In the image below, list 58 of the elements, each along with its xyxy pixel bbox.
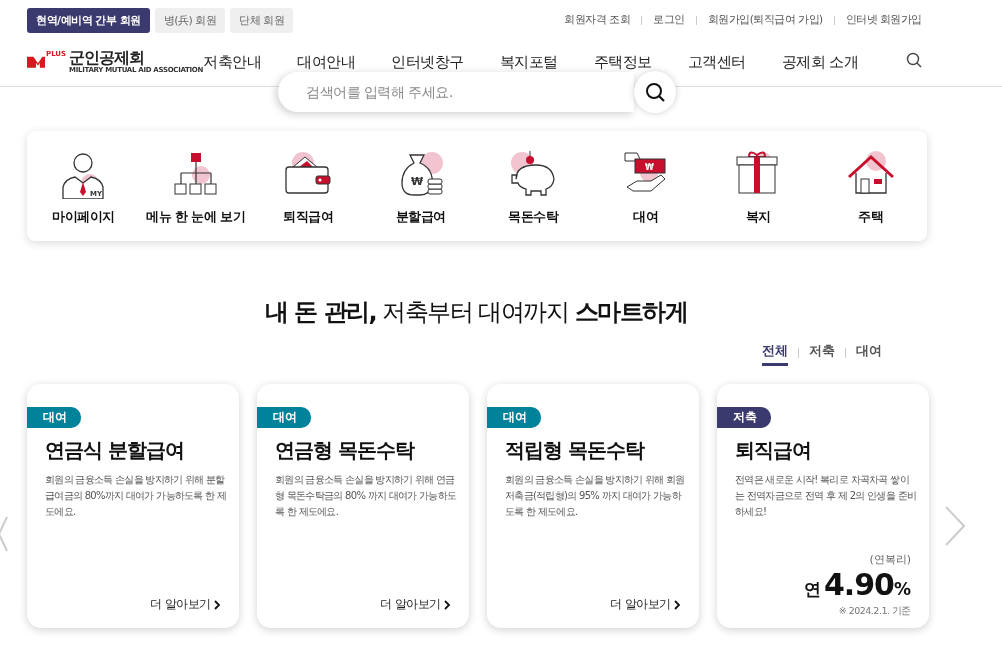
card-title: 연금형 목돈수탁 <box>275 437 416 464</box>
chevron-right-icon <box>444 599 451 610</box>
quick-menu-link[interactable]: 마이페이지 <box>52 209 115 226</box>
product-card[interactable]: 대여 연금형 목돈수탁 회원의 금융소득 손실을 방지하기 위해 연금형 목돈수탁금의 80% 까지 대여가 가능하도록 한 제도에요. 더 알아보기 <box>257 384 469 628</box>
card-title: 연금식 분할급여 <box>45 437 185 464</box>
category-tag: 대여 <box>487 407 541 428</box>
filter-tab[interactable]: 전체 <box>762 342 788 366</box>
card-title: 퇴직급여 <box>735 437 812 464</box>
nav-item[interactable]: 고객센터 <box>687 52 746 72</box>
filter-tab[interactable]: 대여 <box>856 342 882 366</box>
nav-item[interactable]: 인터넷창구 <box>391 52 464 72</box>
product-card[interactable]: 대여 적립형 목돈수탁 회원의 금융소득 손실을 방지하기 위해 회원 저축금(적립형)의 95% 까지 대여가 가능하도록 한 제도에요. 더 알아보기 <box>487 384 699 628</box>
nav-item[interactable]: 복지포털 <box>499 52 558 72</box>
logo-text[interactable]: 군인공제회 <box>69 50 203 66</box>
util-link[interactable]: 회원가입(퇴직급여 가입) <box>707 13 823 27</box>
product-card[interactable]: 대여 연금식 분할급여 회원의 금융소득 손실을 방지하기 위해 분할급여금의 80%까지 대여가 가능하도록 한 제도에요. 더 알아보기 <box>27 384 239 628</box>
chevron-right-icon <box>214 599 221 610</box>
category-tag: 대여 <box>257 407 311 428</box>
category-tag: 저축 <box>717 407 771 428</box>
nav-item[interactable]: 대여안내 <box>297 52 355 72</box>
rate-unit: % <box>893 579 911 599</box>
rate-value: 4.90 <box>823 567 894 602</box>
quick-menu-link[interactable]: 퇴직급여 <box>283 209 334 226</box>
util-link[interactable]: 인터넷 회원가입 <box>845 13 922 27</box>
card-description: 회원의 금융소득 손실을 방지하기 위해 분할급여금의 80%까지 대여가 가능하도록 한 제도에요. <box>45 473 227 519</box>
learn-more-link[interactable]: 더 알아보기 <box>150 597 221 612</box>
learn-more-link[interactable]: 더 알아보기 <box>610 597 681 612</box>
card-title: 적립형 목돈수탁 <box>505 437 646 464</box>
filter-tab[interactable]: 저축 <box>809 342 835 366</box>
quick-menu-link[interactable]: 복지 <box>745 209 771 226</box>
quick-menu-link[interactable]: 대여 <box>633 209 659 226</box>
quick-menu-link[interactable]: 분할급여 <box>395 209 446 226</box>
quick-menu-link[interactable]: 주택 <box>858 209 884 226</box>
quick-menu-link[interactable]: 메뉴 한 눈에 보기 <box>146 209 246 226</box>
product-card[interactable]: 저축 퇴직급여 전역은 새로운 시작! 복리로 차곡차곡 쌓이는 전역자금으로 전역 후 제 2의 인생을 준비하세요! (연복리) 연 4.90% ※ 2024.2.1. 기준 <box>717 384 929 628</box>
rate-note: (연복리) <box>869 552 911 567</box>
card-description: 회원의 금융소득 손실을 방지하기 위해 회원 저축금(적립형)의 95% 까지 대여가 가능하도록 한 제도에요. <box>505 473 686 519</box>
chevron-right-icon <box>674 599 681 610</box>
member-tab[interactable]: 현역/예비역 간부 회원 <box>27 7 150 33</box>
learn-more-link[interactable]: 더 알아보기 <box>380 597 451 612</box>
rate-date: ※ 2024.2.1. 기준 <box>838 605 911 618</box>
search-field[interactable]: 검색어를 입력해 주세요. <box>278 72 634 112</box>
util-link[interactable]: 로그인 <box>653 13 685 27</box>
search-icon[interactable] <box>906 52 922 68</box>
util-link[interactable]: 회원자격 조회 <box>564 13 631 27</box>
member-tab[interactable]: 병(兵) 회원 <box>154 7 226 33</box>
nav-item[interactable]: 공제회 소개 <box>781 52 859 72</box>
category-tag: 대여 <box>27 407 81 428</box>
search-icon <box>645 82 665 102</box>
card-description: 전역은 새로운 시작! 복리로 차곡차곡 쌓이는 전역자금으로 전역 후 제 2의 인생을 준비하세요! <box>735 473 917 519</box>
nav-item[interactable]: 주택정보 <box>593 52 652 72</box>
search-button[interactable] <box>634 71 676 113</box>
card-description: 회원의 금융소득 손실을 방지하기 위해 연금형 목돈수탁금의 80% 까지 대여가 가능하도록 한 제도에요. <box>275 473 457 519</box>
member-tab[interactable]: 단체 회원 <box>230 7 294 33</box>
nav-item[interactable]: 저축안내 <box>203 52 261 72</box>
quick-menu-link[interactable]: 목돈수탁 <box>508 209 559 226</box>
rate-prefix: 연 <box>803 578 821 601</box>
section-headline: 내 돈 관리, 저축부터 대여까지 스마트하게 <box>263 297 689 328</box>
